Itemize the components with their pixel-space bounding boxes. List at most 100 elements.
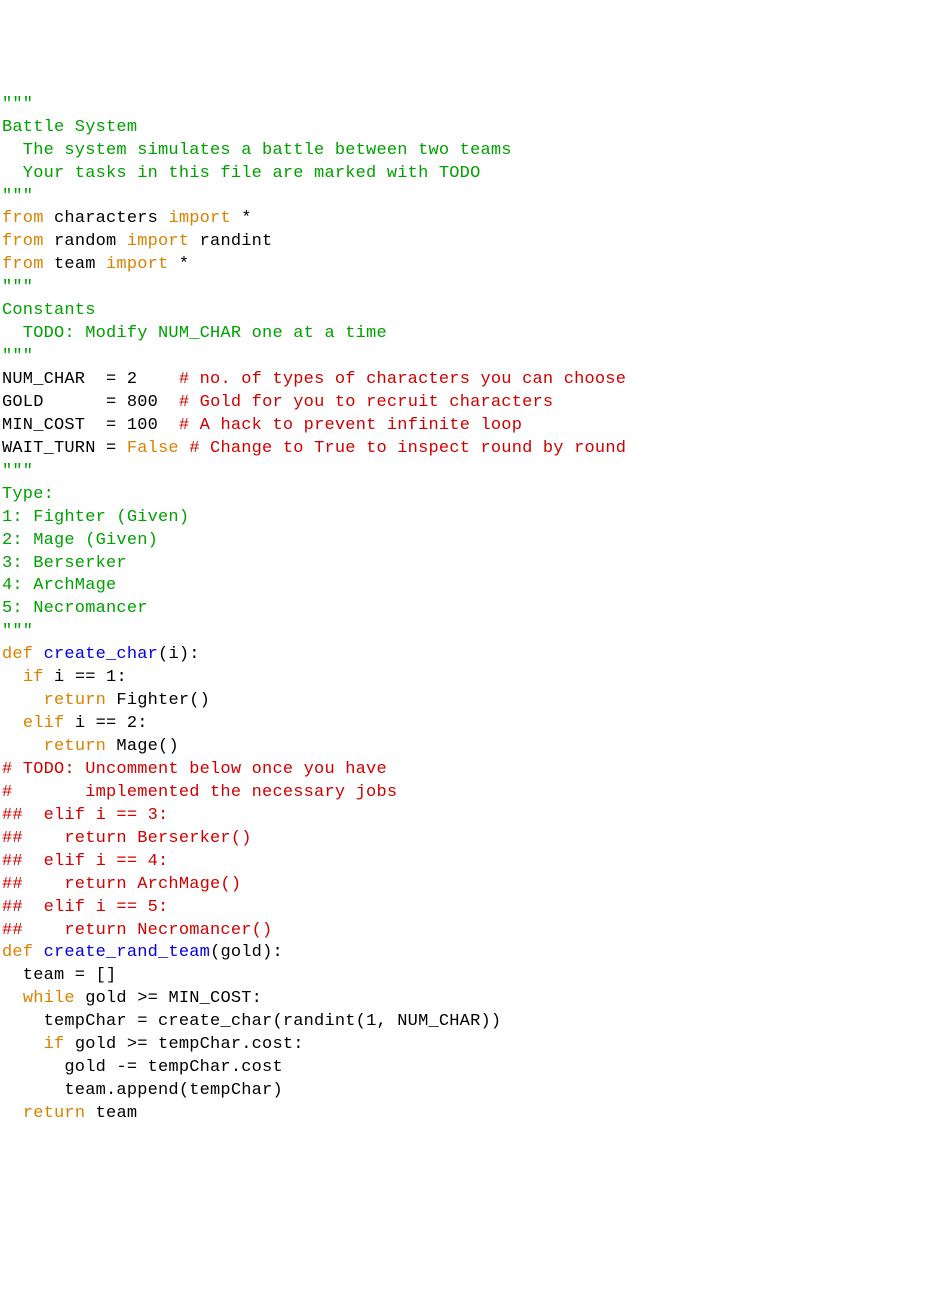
code-token: characters (44, 209, 169, 228)
code-token: , NUM_CHAR)) (376, 1012, 501, 1031)
code-line: """ (2, 621, 942, 644)
code-line: """ (2, 277, 942, 300)
code-line: 4: ArchMage (2, 575, 942, 598)
code-token: 2 (127, 714, 137, 733)
code-token: gold >= MIN_COST: (75, 989, 262, 1008)
code-line: def create_char(i): (2, 644, 942, 667)
code-token: False (127, 439, 179, 458)
code-token: gold >= tempChar.cost: (64, 1035, 303, 1054)
code-token: """ (2, 95, 33, 114)
code-token: ## elif i == 3: (2, 806, 168, 825)
code-token: gold -= tempChar.cost (2, 1058, 283, 1077)
code-token: ## return Berserker() (2, 829, 252, 848)
code-line: 5: Necromancer (2, 598, 942, 621)
code-line: Your tasks in this file are marked with … (2, 163, 942, 186)
code-token: ## return Necromancer() (2, 921, 272, 940)
code-token: team (85, 1104, 137, 1123)
code-line: Battle System (2, 117, 942, 140)
code-token: 100 (127, 416, 158, 435)
code-token: ## elif i == 5: (2, 898, 168, 917)
code-token (2, 737, 44, 756)
code-token: from (2, 209, 44, 228)
code-token: # TODO: Uncomment below once you have (2, 760, 387, 779)
code-token: """ (2, 187, 33, 206)
code-line: MIN_COST = 100 # A hack to prevent infin… (2, 415, 942, 438)
code-token: while (23, 989, 75, 1008)
code-line: # TODO: Uncomment below once you have (2, 759, 942, 782)
code-token: if (23, 668, 44, 687)
code-token: 3: Berserker (2, 554, 127, 573)
code-line: from team import * (2, 254, 942, 277)
code-token: create_rand_team (44, 943, 210, 962)
code-line: ## elif i == 4: (2, 851, 942, 874)
code-token (137, 370, 179, 389)
code-line: Constants (2, 300, 942, 323)
code-token: # Change to True to inspect round by rou… (189, 439, 626, 458)
code-token (2, 668, 23, 687)
code-token: 4: ArchMage (2, 576, 116, 595)
code-line: while gold >= MIN_COST: (2, 988, 942, 1011)
code-line: if gold >= tempChar.cost: (2, 1034, 942, 1057)
code-line: ## return Necromancer() (2, 920, 942, 943)
code-token (2, 1104, 23, 1123)
code-token (33, 645, 43, 664)
code-token: ## elif i == 4: (2, 852, 168, 871)
code-token: """ (2, 278, 33, 297)
code-token: 2: Mage (Given) (2, 531, 158, 550)
code-line: TODO: Modify NUM_CHAR one at a time (2, 323, 942, 346)
code-token: import (168, 209, 230, 228)
code-token: 5: Necromancer (2, 599, 148, 618)
code-token: # Gold for you to recruit characters (179, 393, 553, 412)
code-token (2, 1035, 44, 1054)
code-line: team = [] (2, 965, 942, 988)
code-token: : (116, 668, 126, 687)
code-line: 2: Mage (Given) (2, 530, 942, 553)
code-line: ## return ArchMage() (2, 874, 942, 897)
code-token: Type: (2, 485, 54, 504)
code-token: # implemented the necessary jobs (2, 783, 397, 802)
code-token: team = [] (2, 966, 116, 985)
code-token: i == (44, 668, 106, 687)
code-token: 800 (127, 393, 158, 412)
code-line: """ (2, 94, 942, 117)
code-line: from characters import * (2, 208, 942, 231)
code-token: randint (189, 232, 272, 251)
code-token: tempChar = create_char(randint( (2, 1012, 366, 1031)
code-line: The system simulates a battle between tw… (2, 140, 942, 163)
code-line: Type: (2, 484, 942, 507)
code-token: WAIT_TURN = (2, 439, 127, 458)
code-token: create_char (44, 645, 158, 664)
code-line: if i == 1: (2, 667, 942, 690)
code-token: team (44, 255, 106, 274)
code-line: tempChar = create_char(randint(1, NUM_CH… (2, 1011, 942, 1034)
code-line: # implemented the necessary jobs (2, 782, 942, 805)
code-token: 1 (106, 668, 116, 687)
code-line: """ (2, 346, 942, 369)
code-token (2, 989, 23, 1008)
code-token: from (2, 232, 44, 251)
code-line: 1: Fighter (Given) (2, 507, 942, 530)
code-token: GOLD = (2, 393, 127, 412)
code-token: 1: Fighter (Given) (2, 508, 189, 527)
code-token: def (2, 645, 33, 664)
code-token: TODO: Modify NUM_CHAR one at a time (2, 324, 387, 343)
code-token: MIN_COST = (2, 416, 127, 435)
code-token: Battle System (2, 118, 137, 137)
code-token: # A hack to prevent infinite loop (179, 416, 522, 435)
code-token: i == (64, 714, 126, 733)
code-token (158, 393, 179, 412)
code-token: Constants (2, 301, 96, 320)
code-token (33, 943, 43, 962)
code-token: from (2, 255, 44, 274)
code-line: def create_rand_team(gold): (2, 942, 942, 965)
code-token: 2 (127, 370, 137, 389)
code-token: * (231, 209, 252, 228)
code-line: elif i == 2: (2, 713, 942, 736)
code-token: Fighter() (106, 691, 210, 710)
code-token: NUM_CHAR = (2, 370, 127, 389)
code-token: ## return ArchMage() (2, 875, 241, 894)
code-token: if (44, 1035, 65, 1054)
code-token: """ (2, 347, 33, 366)
code-line: """ (2, 186, 942, 209)
code-line: ## elif i == 3: (2, 805, 942, 828)
